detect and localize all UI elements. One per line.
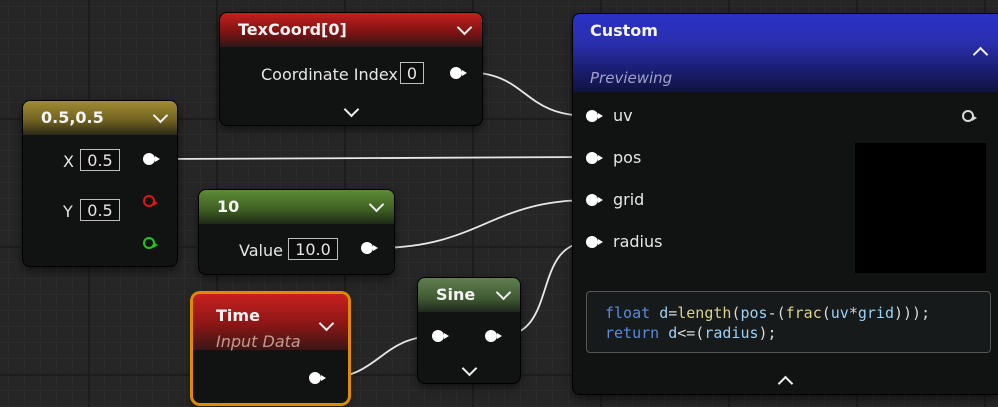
code-token: * — [848, 304, 858, 322]
y-value-field[interactable]: 0.5 — [80, 199, 120, 221]
radius-input-pin[interactable] — [586, 236, 603, 248]
time-header[interactable]: Time Input Data — [193, 294, 348, 351]
wire-const-to-grid — [375, 199, 591, 249]
custom-status: Previewing — [590, 69, 673, 87]
chevron-down-icon[interactable] — [495, 284, 512, 301]
constant-title: 10 — [217, 197, 240, 216]
pos-label: pos — [613, 148, 642, 167]
code-token: ( — [821, 304, 831, 322]
code-token: return — [605, 324, 669, 342]
time-title: Time — [216, 306, 260, 325]
constant-header[interactable]: 10 — [199, 190, 394, 224]
code-token: d — [668, 324, 678, 342]
chevron-down-icon[interactable] — [456, 19, 473, 36]
param-output-pin-white[interactable] — [143, 153, 160, 165]
texcoord-output-pin[interactable] — [450, 67, 467, 79]
chevron-down-icon[interactable] — [461, 360, 478, 377]
chevron-up-icon[interactable] — [777, 375, 794, 392]
uv-input-pin[interactable] — [586, 110, 603, 122]
code-token: uv — [830, 304, 849, 322]
value-label: Value — [239, 241, 283, 260]
sine-output-pin[interactable] — [485, 330, 502, 342]
vector-param-node[interactable]: 0.5,0.5 X 0.5 Y 0.5 — [23, 101, 177, 266]
radius-label: radius — [613, 232, 663, 251]
code-token: ))); — [894, 304, 931, 322]
constant-node[interactable]: 10 Value 10.0 — [199, 190, 394, 274]
uv-label: uv — [613, 106, 633, 125]
code-line-1: float d=length(pos-(frac(uv*grid))); — [605, 303, 990, 323]
x-label: X — [63, 152, 74, 171]
code-token: radius — [704, 324, 759, 342]
code-token: d — [659, 304, 669, 322]
code-token: pos — [740, 304, 768, 322]
texcoord-header[interactable]: TexCoord[0] — [220, 13, 482, 47]
sine-header[interactable]: Sine — [418, 278, 520, 312]
vector-param-header[interactable]: 0.5,0.5 — [23, 101, 177, 135]
wire-param-to-pos — [156, 156, 591, 160]
code-token: = — [668, 304, 678, 322]
x-value-field[interactable]: 0.5 — [80, 149, 120, 171]
coordinate-index-field[interactable]: 0 — [400, 62, 424, 84]
texcoord-node[interactable]: TexCoord[0] Coordinate Index 0 — [220, 13, 482, 125]
param-output-pin-green[interactable] — [143, 237, 158, 249]
chevron-down-icon[interactable] — [343, 101, 360, 118]
code-token: frac — [785, 304, 822, 322]
pos-input-pin[interactable] — [586, 152, 603, 164]
sine-title: Sine — [436, 285, 476, 304]
code-token: length — [677, 304, 732, 322]
coordinate-index-label: Coordinate Index — [261, 65, 398, 84]
preview-thumbnail — [855, 143, 986, 273]
chevron-down-icon[interactable] — [368, 196, 385, 213]
y-label: Y — [63, 202, 73, 221]
time-subtitle: Input Data — [216, 332, 301, 351]
code-token: ); — [758, 324, 777, 342]
sine-node[interactable]: Sine — [418, 278, 520, 383]
custom-output-pin[interactable] — [962, 110, 977, 122]
sine-input-pin[interactable] — [432, 330, 449, 342]
code-token: -( — [767, 304, 786, 322]
grid-label: grid — [613, 190, 645, 209]
constant-output-pin[interactable] — [361, 242, 378, 254]
code-token: float — [605, 304, 660, 322]
time-node[interactable]: Time Input Data — [193, 294, 348, 403]
chevron-up-icon[interactable] — [972, 46, 989, 63]
time-output-pin[interactable] — [309, 372, 326, 384]
chevron-down-icon[interactable] — [318, 315, 335, 332]
hlsl-code-block[interactable]: float d=length(pos-(frac(uv*grid))); retu… — [586, 291, 991, 353]
code-line-2: return d<=(radius); — [605, 323, 990, 343]
custom-header[interactable]: Custom Previewing — [573, 14, 998, 92]
vector-param-title: 0.5,0.5 — [41, 108, 104, 127]
chevron-down-icon[interactable] — [152, 107, 169, 124]
code-token: <=( — [677, 324, 705, 342]
grid-input-pin[interactable] — [586, 194, 603, 206]
param-output-pin-red[interactable] — [143, 195, 158, 207]
code-token: grid — [857, 304, 894, 322]
wire-texcoord-to-uv — [463, 71, 591, 117]
texcoord-title: TexCoord[0] — [238, 20, 347, 39]
value-field[interactable]: 10.0 — [288, 238, 338, 260]
custom-title: Custom — [590, 21, 658, 40]
